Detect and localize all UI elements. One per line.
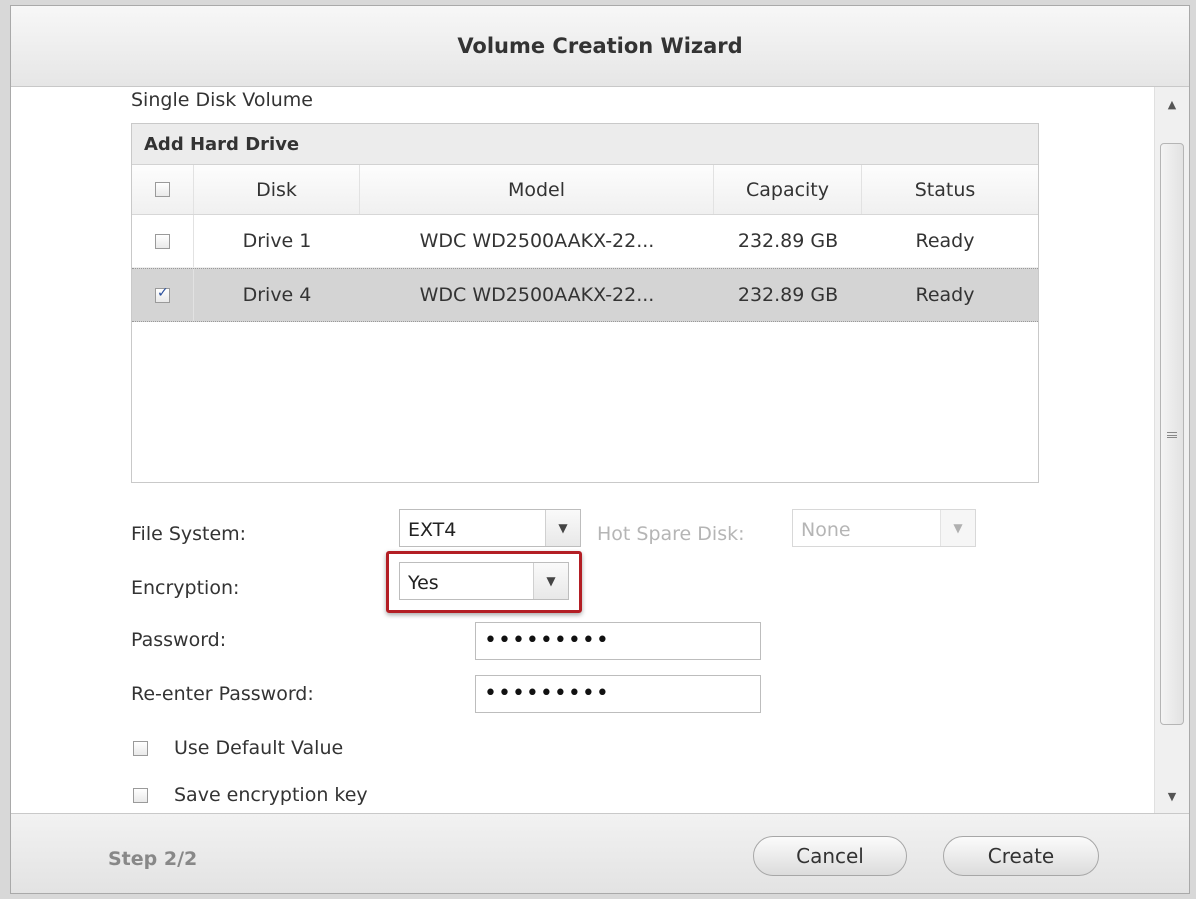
select-all-cell <box>132 165 194 214</box>
table-row[interactable]: Drive 1 WDC WD2500AAKX-22... 232.89 GB R… <box>132 215 1038 268</box>
column-header-disk[interactable]: Disk <box>194 165 360 214</box>
disk-grid: Add Hard Drive Disk Model Capacity Statu… <box>131 123 1039 483</box>
scroll-thumb[interactable] <box>1160 143 1184 725</box>
cancel-button[interactable]: Cancel <box>753 836 907 876</box>
wizard-content: Single Disk Volume Add Hard Drive Disk M… <box>11 87 1157 813</box>
column-header-status[interactable]: Status <box>862 165 1028 214</box>
model-cell: WDC WD2500AAKX-22... <box>419 230 655 252</box>
use-default-checkbox[interactable] <box>133 740 148 756</box>
file-system-value: EXT4 <box>408 519 457 541</box>
disk-cell: Drive 4 <box>242 284 312 306</box>
volume-creation-wizard-dialog: Volume Creation Wizard Single Disk Volum… <box>10 5 1190 894</box>
password-field[interactable]: ••••••••• <box>475 622 761 660</box>
dialog-title: Volume Creation Wizard <box>11 6 1189 87</box>
chevron-down-icon[interactable]: ▼ <box>545 510 580 546</box>
model-cell: WDC WD2500AAKX-22... <box>419 284 655 306</box>
status-cell: Ready <box>915 230 975 252</box>
chevron-down-icon[interactable]: ▼ <box>940 510 975 546</box>
hot-spare-value: None <box>801 519 851 541</box>
table-row[interactable]: Drive 4 WDC WD2500AAKX-22... 232.89 GB R… <box>132 268 1038 322</box>
hot-spare-label: Hot Spare Disk: <box>597 523 745 545</box>
encryption-select[interactable]: Yes ▼ <box>399 562 569 600</box>
column-header-model[interactable]: Model <box>360 165 714 214</box>
reenter-password-label: Re-enter Password: <box>131 683 314 705</box>
create-button[interactable]: Create <box>943 836 1099 876</box>
scroll-up-icon[interactable]: ▲ <box>1155 87 1189 121</box>
encryption-value: Yes <box>408 572 439 594</box>
scroll-down-icon[interactable]: ▼ <box>1155 779 1189 813</box>
step-indicator: Step 2/2 <box>108 848 198 870</box>
column-headers: Disk Model Capacity Status <box>132 165 1038 215</box>
disk-cell: Drive 1 <box>242 230 312 252</box>
section-title: Single Disk Volume <box>131 89 313 111</box>
grid-title: Add Hard Drive <box>132 124 1038 165</box>
row-check-cell <box>132 215 194 267</box>
status-cell: Ready <box>915 284 975 306</box>
vertical-scrollbar[interactable]: ▲ ▼ <box>1154 87 1189 813</box>
reenter-password-field[interactable]: ••••••••• <box>475 675 761 713</box>
encryption-label: Encryption: <box>131 577 240 599</box>
row-checkbox[interactable] <box>155 285 170 303</box>
use-default-label: Use Default Value <box>174 737 344 759</box>
row-check-cell <box>132 269 194 321</box>
save-key-checkbox[interactable] <box>133 787 148 803</box>
hot-spare-select[interactable]: None ▼ <box>792 509 976 547</box>
row-checkbox[interactable] <box>155 233 170 249</box>
column-header-capacity[interactable]: Capacity <box>714 165 862 214</box>
select-all-checkbox[interactable] <box>155 182 170 197</box>
save-key-row[interactable]: Save encryption key <box>133 784 368 806</box>
capacity-cell: 232.89 GB <box>737 284 839 306</box>
save-key-label: Save encryption key <box>174 784 368 806</box>
use-default-row[interactable]: Use Default Value <box>133 737 343 759</box>
file-system-label: File System: <box>131 523 247 545</box>
grip-icon <box>1167 432 1177 438</box>
capacity-cell: 232.89 GB <box>737 230 839 252</box>
file-system-select[interactable]: EXT4 ▼ <box>399 509 581 547</box>
wizard-footer: Step 2/2 Cancel Create <box>11 813 1189 893</box>
password-label: Password: <box>131 629 227 651</box>
chevron-down-icon[interactable]: ▼ <box>533 563 568 599</box>
